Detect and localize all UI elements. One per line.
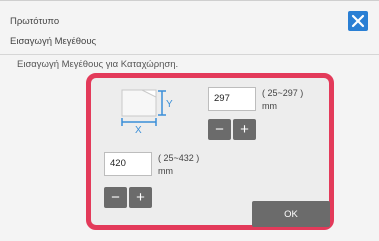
y-size-decrease-button[interactable]: − [208, 119, 231, 140]
x-size-input[interactable]: 420 [104, 152, 152, 176]
header-divider [0, 54, 379, 55]
ok-button[interactable]: OK [252, 201, 330, 227]
y-size-range: ( 25~297 ) [262, 88, 304, 98]
size-input-dialog: Πρωτότυπο Εισαγωγή Μεγέθους Εισαγωγή Μεγ… [0, 0, 379, 241]
close-button[interactable] [348, 11, 368, 31]
x-size-unit: mm [158, 166, 173, 176]
x-size-range: ( 25~432 ) [158, 153, 200, 163]
x-size-increase-button[interactable]: + [129, 187, 152, 208]
paper-size-icon: Y X [121, 89, 173, 135]
y-size-increase-button[interactable]: + [233, 119, 256, 140]
x-axis-label: X [135, 125, 142, 135]
minus-icon: − [111, 189, 120, 206]
x-size-decrease-button[interactable]: − [104, 187, 127, 208]
instruction-text: Εισαγωγή Μεγέθους για Καταχώρηση. [17, 59, 179, 70]
plus-icon: + [240, 121, 249, 138]
plus-icon: + [136, 189, 145, 206]
dialog-subtitle: Εισαγωγή Μεγέθους [10, 36, 97, 47]
dialog-title: Πρωτότυπο [10, 16, 60, 27]
y-size-unit: mm [262, 101, 277, 111]
close-icon [351, 14, 365, 28]
y-size-input[interactable]: 297 [208, 87, 256, 111]
minus-icon: − [215, 121, 224, 138]
y-axis-label: Y [166, 99, 173, 110]
